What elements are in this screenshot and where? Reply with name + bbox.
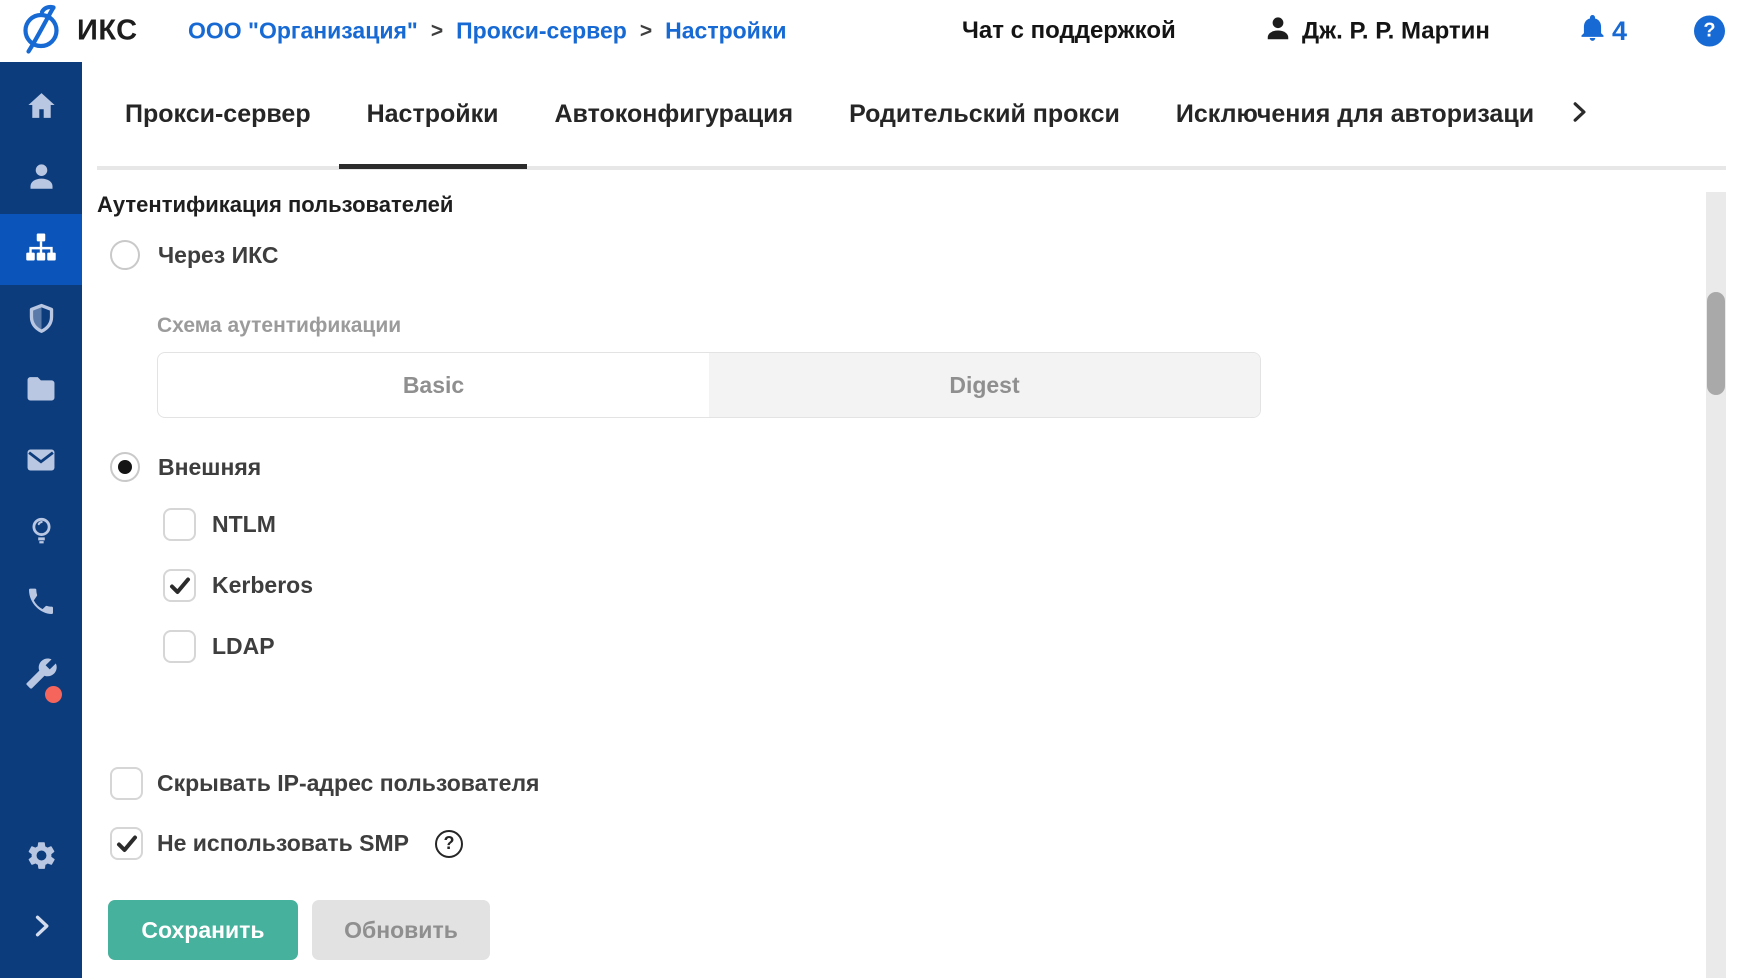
users-icon (25, 160, 58, 198)
checkbox-kerberos[interactable]: Kerberos (163, 569, 1750, 602)
checkbox-ntlm[interactable]: NTLM (163, 508, 1750, 541)
sidebar-item-files[interactable] (0, 356, 82, 427)
breadcrumb-separator-icon: > (640, 19, 652, 43)
scrollbar-track[interactable] (1706, 192, 1726, 978)
checkbox-label: LDAP (212, 633, 275, 660)
checkbox-icon-unchecked (163, 508, 196, 541)
sidebar-item-ideas[interactable] (0, 498, 82, 569)
sidebar-item-users[interactable] (0, 143, 82, 214)
checkbox-no-smp[interactable]: Не использовать SMP ? (110, 827, 1750, 860)
sidebar-item-security[interactable] (0, 285, 82, 356)
notifications-count-badge: 4 (1612, 16, 1627, 47)
tab-auth-exceptions[interactable]: Исключения для авторизаци (1148, 65, 1562, 169)
sidebar-nav (0, 62, 82, 978)
mail-icon (24, 443, 58, 482)
help-button[interactable]: ? (1694, 16, 1725, 47)
breadcrumb-proxy-server[interactable]: Прокси-сервер (456, 18, 627, 45)
tab-proxy-server[interactable]: Прокси-сервер (97, 65, 339, 169)
checkbox-icon-checked (110, 827, 143, 860)
top-header: ИКС ООО "Организация" > Прокси-сервер > … (0, 0, 1750, 62)
radio-icon (110, 240, 140, 270)
tabs-overflow-button[interactable] (1566, 99, 1592, 130)
checkbox-label: Kerberos (212, 572, 313, 599)
checkbox-hide-ip[interactable]: Скрывать IP-адрес пользователя (110, 767, 1750, 800)
gear-icon (25, 839, 58, 877)
breadcrumb: ООО "Организация" > Прокси-сервер > Наст… (188, 18, 786, 45)
checkbox-ldap[interactable]: LDAP (163, 630, 1750, 663)
checkbox-label: NTLM (212, 511, 276, 538)
radio-label: Через ИКС (158, 242, 279, 269)
lightbulb-icon (26, 515, 57, 553)
radio-label: Внешняя (158, 454, 261, 481)
iks-logo-icon (16, 2, 64, 61)
home-icon (25, 89, 58, 127)
auth-scheme-group: Схема аутентификации Basic Digest (157, 314, 1750, 418)
refresh-button[interactable]: Обновить (312, 900, 490, 960)
extra-options-group: Скрывать IP-адрес пользователя Не исполь… (110, 767, 1750, 860)
main-area: Прокси-сервер Настройки Автоконфигурация… (82, 62, 1750, 960)
user-icon (1263, 14, 1293, 49)
maintenance-alert-dot (45, 686, 62, 703)
checkbox-label: Скрывать IP-адрес пользователя (157, 770, 539, 797)
checkbox-icon-unchecked (163, 630, 196, 663)
settings-panel: Аутентификация пользователей Через ИКС С… (82, 192, 1750, 960)
smp-help-icon[interactable]: ? (435, 830, 463, 858)
tab-autoconfiguration[interactable]: Автоконфигурация (527, 65, 822, 169)
checkbox-label: Не использовать SMP (157, 830, 409, 857)
user-name: Дж. Р. Р. Мартин (1302, 17, 1490, 45)
external-methods-group: NTLM Kerberos LDAP (163, 508, 1750, 663)
folder-icon (24, 372, 58, 411)
sidebar-spacer (0, 711, 82, 822)
scrollbar-thumb[interactable] (1707, 292, 1725, 395)
breadcrumb-settings[interactable]: Настройки (665, 18, 786, 45)
sidebar-item-mail[interactable] (0, 427, 82, 498)
logo-text: ИКС (77, 15, 138, 48)
user-menu[interactable]: Дж. Р. Р. Мартин (1263, 14, 1490, 49)
radio-option-external[interactable]: Внешняя (110, 452, 1750, 482)
phone-icon (25, 586, 57, 623)
radio-icon-selected (110, 452, 140, 482)
sidebar-item-settings[interactable] (0, 822, 82, 893)
breadcrumb-separator-icon: > (431, 19, 443, 43)
bell-icon (1578, 13, 1607, 49)
shield-icon (25, 302, 58, 340)
sidebar-item-maintenance[interactable] (0, 640, 82, 711)
breadcrumb-organization[interactable]: ООО "Организация" (188, 18, 418, 45)
notifications-button[interactable]: 4 (1578, 13, 1627, 49)
auth-scheme-label: Схема аутентификации (157, 314, 1750, 338)
collapse-chevron-icon (27, 912, 55, 945)
sidebar-item-telephony[interactable] (0, 569, 82, 640)
network-icon (24, 230, 58, 269)
auth-scheme-segmented-control: Basic Digest (157, 352, 1261, 418)
checkbox-icon-checked (163, 569, 196, 602)
support-chat-link[interactable]: Чат с поддержкой (962, 17, 1176, 45)
save-button[interactable]: Сохранить (108, 900, 298, 960)
radio-option-via-iks[interactable]: Через ИКС (110, 240, 1750, 270)
checkbox-icon-unchecked (110, 767, 143, 800)
segment-basic[interactable]: Basic (158, 353, 709, 417)
sidebar-collapse-button[interactable] (0, 893, 82, 964)
app-logo[interactable]: ИКС (16, 2, 138, 61)
sidebar-item-home[interactable] (0, 72, 82, 143)
section-title: Аутентификация пользователей (97, 192, 1750, 218)
tab-bar: Прокси-сервер Настройки Автоконфигурация… (97, 62, 1726, 170)
tab-parent-proxy[interactable]: Родительский прокси (821, 65, 1148, 169)
actions-row: Сохранить Обновить (108, 900, 1750, 960)
tab-settings[interactable]: Настройки (339, 65, 527, 169)
chevron-right-icon (1566, 99, 1592, 130)
sidebar-item-network[interactable] (0, 214, 82, 285)
segment-digest[interactable]: Digest (709, 353, 1260, 417)
